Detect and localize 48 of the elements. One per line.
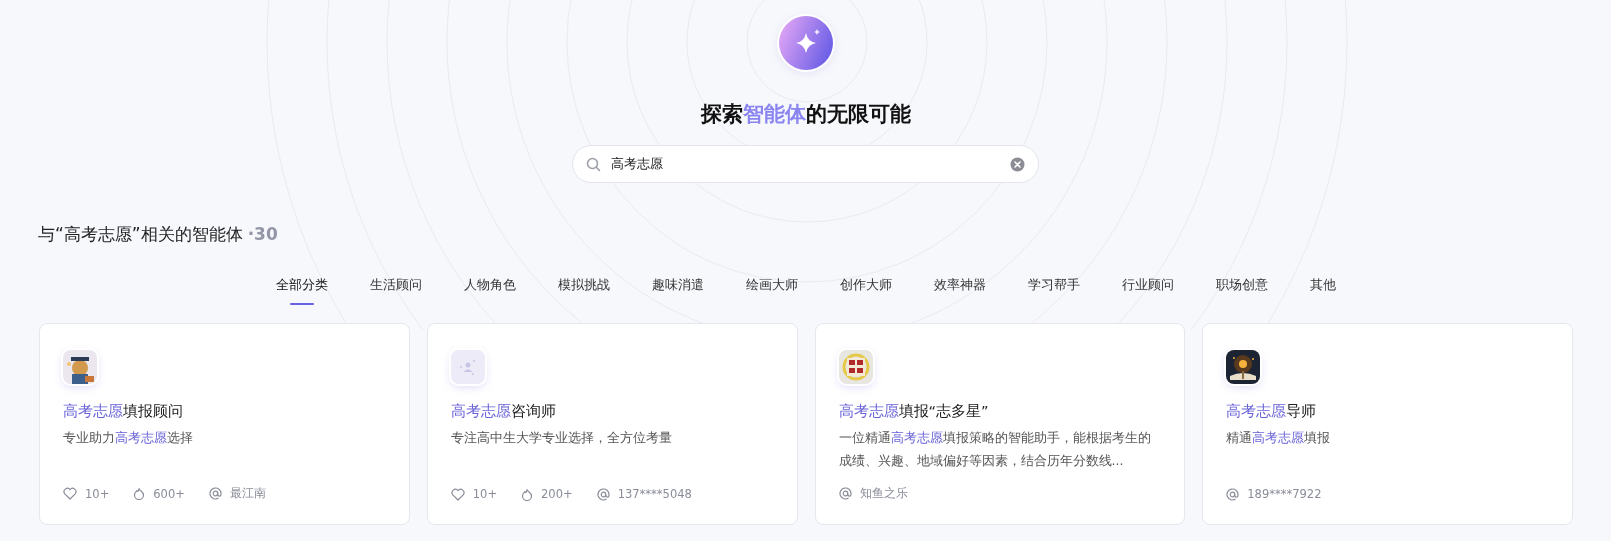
agent-title: 高考志愿填报“志多星” xyxy=(838,402,990,421)
category-tab[interactable]: 效率神器 xyxy=(912,268,1007,305)
hero-heading: 探索智能体的无限可能 xyxy=(700,101,911,128)
category-tab[interactable]: 创作大师 xyxy=(818,268,913,305)
agent-card[interactable]: 高考志愿填报顾问 专业助力高考志愿选择 10+ 600+ 最江南 xyxy=(39,323,410,525)
author-name: 137****5048 xyxy=(617,487,692,501)
at-sign-icon xyxy=(208,487,222,500)
agent-description: 精通高考志愿填报 xyxy=(1226,429,1332,447)
heart-icon xyxy=(63,487,77,500)
flame-icon xyxy=(521,487,534,501)
usage-count: 600+ xyxy=(153,486,185,501)
avatar-placeholder-icon xyxy=(450,350,485,384)
agent-title: 高考志愿咨询师 xyxy=(450,402,557,421)
category-tab[interactable]: 全部分类 xyxy=(254,268,349,305)
flame-icon xyxy=(133,487,146,500)
agent-description: 一位精通高考志愿填报策略的智能助手，能根据考生的成绩、兴趣、地域偏好等因素，结合历年分数线... xyxy=(838,429,1152,470)
category-tab[interactable]: 趣味消遣 xyxy=(630,268,725,305)
agent-title: 高考志愿填报顾问 xyxy=(63,402,184,421)
agent-description: 专注高中生大学专业选择，全方位考量 xyxy=(450,429,673,447)
author-name: 189****7922 xyxy=(1247,487,1322,501)
at-sign-icon xyxy=(838,487,852,500)
category-tab[interactable]: 学习帮手 xyxy=(1006,268,1101,305)
at-sign-icon xyxy=(596,487,610,501)
author-name: 最江南 xyxy=(229,486,266,501)
sparkle-logo-icon xyxy=(778,16,833,70)
agent-description: 专业助力高考志愿选择 xyxy=(63,429,194,447)
result-count: ·30 xyxy=(247,224,278,244)
agent-card[interactable]: 高考志愿填报“志多星” 一位精通高考志愿填报策略的智能助手，能根据考生的成绩、兴趣、地域偏好等因素，结合历年分数线... 知鱼之乐 xyxy=(814,323,1186,525)
usage-count: 200+ xyxy=(541,487,573,501)
like-count: 10+ xyxy=(472,487,498,501)
heart-icon xyxy=(450,487,465,501)
agent-title: 高考志愿导师 xyxy=(1226,402,1318,421)
clear-icon[interactable] xyxy=(1010,157,1025,172)
search-icon xyxy=(586,157,601,172)
category-tab[interactable]: 模拟挑战 xyxy=(536,268,631,305)
agent-card[interactable]: 高考志愿咨询师 专注高中生大学专业选择，全方位考量 10+ 200+ 137****5048 xyxy=(426,323,798,525)
category-tab[interactable]: 绘画大师 xyxy=(724,268,819,305)
agent-card[interactable]: 高考志愿导师 精通高考志愿填报 189****7922 xyxy=(1202,323,1573,525)
category-tab[interactable]: 人物角色 xyxy=(442,268,537,305)
results-heading: 与“高考志愿”相关的智能体 xyxy=(38,223,243,246)
author-name: 知鱼之乐 xyxy=(859,486,908,501)
like-count: 10+ xyxy=(85,486,110,501)
category-tab[interactable]: 生活顾问 xyxy=(348,268,443,305)
search-field[interactable]: 高考志愿 xyxy=(572,145,1039,183)
category-tab[interactable]: 职场创意 xyxy=(1194,268,1289,305)
category-tab[interactable]: 行业顾问 xyxy=(1100,268,1195,305)
category-tab[interactable]: 其他 xyxy=(1288,268,1357,305)
at-sign-icon xyxy=(1226,487,1240,501)
